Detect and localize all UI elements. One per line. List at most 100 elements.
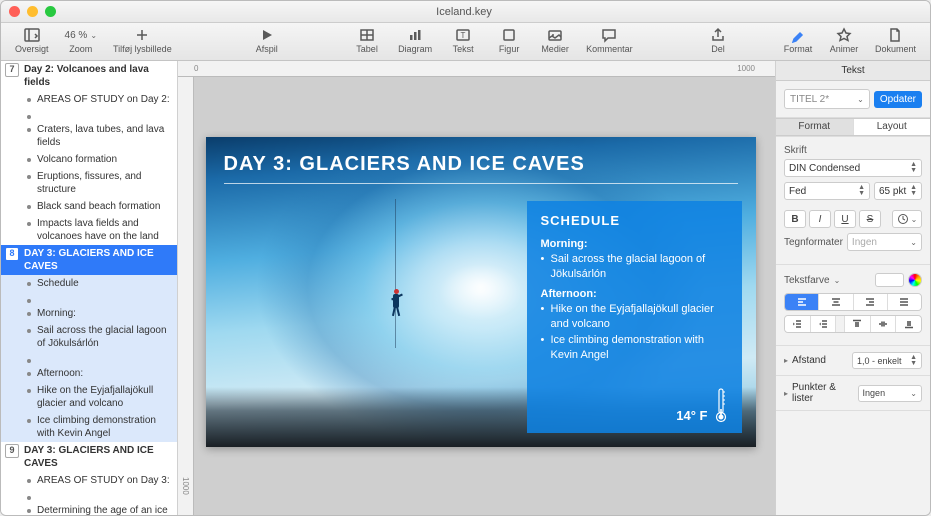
advanced-font-button[interactable]: ⌄ xyxy=(892,210,922,228)
bullet-dot-icon xyxy=(27,389,31,393)
underline-button[interactable]: U xyxy=(834,210,856,228)
align-left-button[interactable] xyxy=(785,294,819,310)
media-icon xyxy=(547,27,563,43)
body: 7Day 2: Volcanoes and lava fieldsAREAS O… xyxy=(1,61,930,515)
share-button[interactable]: Del xyxy=(697,25,739,56)
char-styles-select[interactable]: Ingen⌄ xyxy=(847,233,922,251)
bullet-dot-icon xyxy=(27,98,31,102)
paragraph-style-select[interactable]: TITEL 2*⌄ xyxy=(784,89,870,109)
outline-bullet[interactable]: AREAS OF STUDY on Day 3: xyxy=(1,472,177,489)
inspector-panel: Tekst TITEL 2*⌄ Opdater Format Layout Sk… xyxy=(775,61,930,515)
rope-graphic xyxy=(395,199,396,348)
schedule-heading: SCHEDULE xyxy=(541,213,728,228)
add-slide-button[interactable]: Tilføj lysbillede xyxy=(107,25,178,56)
schedule-text-box[interactable]: SCHEDULE Morning: Sail across the glacia… xyxy=(527,201,742,433)
outline-bullet[interactable] xyxy=(1,108,177,121)
outline-bullet[interactable]: Black sand beach formation xyxy=(1,198,177,215)
document-panel-button[interactable]: Dokument xyxy=(869,25,922,56)
indent-button[interactable] xyxy=(811,316,837,332)
strikethrough-button[interactable]: S xyxy=(859,210,881,228)
paragraph-style-value: TITEL 2* xyxy=(790,94,829,105)
share-label: Del xyxy=(711,44,725,54)
animate-panel-button[interactable]: Animer xyxy=(823,25,865,56)
shape-button[interactable]: Figur xyxy=(488,25,530,56)
outline-bullet[interactable]: Morning: xyxy=(1,305,177,322)
slide[interactable]: DAY 3: GLACIERS AND ICE CAVES SCHEDULE M… xyxy=(206,137,756,447)
outline-sidebar[interactable]: 7Day 2: Volcanoes and lava fieldsAREAS O… xyxy=(1,61,178,515)
align-right-button[interactable] xyxy=(854,294,888,310)
outline-bullet[interactable]: Eruptions, fissures, and structure xyxy=(1,168,177,198)
comment-icon xyxy=(601,27,617,43)
outline-bullet-text: Craters, lava tubes, and lava fields xyxy=(37,123,171,149)
valign-bottom-button[interactable] xyxy=(896,316,921,332)
outline-bullet-text: Volcano formation xyxy=(37,153,171,166)
text-button[interactable]: T Tekst xyxy=(442,25,484,56)
outline-bullet[interactable]: AREAS OF STUDY on Day 2: xyxy=(1,91,177,108)
font-size-field[interactable]: 65 pkt ▲▼ xyxy=(874,182,922,200)
schedule-item: Ice climbing demonstration with Kevin An… xyxy=(541,333,728,363)
inspector-title: Tekst xyxy=(776,61,930,81)
morning-label: Morning: xyxy=(541,238,728,250)
bold-button[interactable]: B xyxy=(784,210,806,228)
temperature-value: 14° F xyxy=(676,408,707,423)
plus-icon xyxy=(134,27,150,43)
font-family-select[interactable]: DIN Condensed ▲▼ xyxy=(784,159,922,177)
outline-bullet-text: Determining the age of an ice cave xyxy=(37,504,171,515)
slide-title[interactable]: DAY 3: GLACIERS AND ICE CAVES xyxy=(224,153,738,176)
title-underline xyxy=(224,183,738,184)
update-style-button[interactable]: Opdater xyxy=(874,91,922,108)
char-styles-value: Ingen xyxy=(852,237,877,248)
outline-slide-title[interactable]: 9DAY 3: GLACIERS AND ICE CAVES xyxy=(1,442,177,472)
valign-top-button[interactable] xyxy=(845,316,871,332)
outline-bullet[interactable]: Hike on the Eyjafjallajökull glacier and… xyxy=(1,382,177,412)
canvas-area[interactable]: 0 1000 1000 DAY 3: GLACIERS AND ICE CAVE… xyxy=(178,61,775,515)
outline-bullet[interactable]: Impacts lava fields and volcanoes have o… xyxy=(1,215,177,245)
color-picker-button[interactable] xyxy=(908,273,922,287)
format-panel-button[interactable]: Format xyxy=(777,25,819,56)
climber-graphic xyxy=(387,286,407,320)
table-button[interactable]: Tabel xyxy=(346,25,388,56)
outline-title-text: DAY 3: GLACIERS AND ICE CAVES xyxy=(24,247,171,273)
text-color-swatch[interactable] xyxy=(875,273,904,287)
spacing-row[interactable]: ▸ Afstand 1,0 - enkelt ▲▼ xyxy=(776,346,930,376)
outline-bullet[interactable]: Volcano formation xyxy=(1,151,177,168)
share-icon xyxy=(710,27,726,43)
outline-bullet[interactable]: Afternoon: xyxy=(1,365,177,382)
outline-slide-title[interactable]: 8 DAY 3: GLACIERS AND ICE CAVES xyxy=(1,245,177,275)
zoom-control[interactable]: 46 %⌄ Zoom xyxy=(59,25,104,56)
align-justify-button[interactable] xyxy=(888,294,921,310)
outline-slide-title[interactable]: 7Day 2: Volcanoes and lava fields xyxy=(1,61,177,91)
view-button[interactable]: Oversigt xyxy=(9,25,55,56)
comment-button[interactable]: Kommentar xyxy=(580,25,639,56)
tab-layout[interactable]: Layout xyxy=(854,119,931,135)
play-button[interactable]: Afspil xyxy=(246,25,288,56)
italic-button[interactable]: I xyxy=(809,210,831,228)
outline-bullet[interactable]: Ice climbing demonstration with Kevin An… xyxy=(1,412,177,442)
chart-button[interactable]: Diagram xyxy=(392,25,438,56)
outline-bullet[interactable]: Determining the age of an ice cave xyxy=(1,502,177,515)
outline-bullet-text: Sail across the glacial lagoon of Jökuls… xyxy=(37,324,171,350)
outline-bullet[interactable]: Craters, lava tubes, and lava fields xyxy=(1,121,177,151)
tab-format[interactable]: Format xyxy=(776,119,854,135)
slide-number-badge: 8 xyxy=(5,247,19,261)
ruler-mark: 1000 xyxy=(737,64,755,73)
text-color-options-icon[interactable]: ⌄ xyxy=(834,276,841,285)
outline-bullet[interactable]: Sail across the glacial lagoon of Jökuls… xyxy=(1,322,177,352)
outline-bullet[interactable] xyxy=(1,292,177,305)
play-label: Afspil xyxy=(256,44,278,54)
outdent-button[interactable] xyxy=(785,316,811,332)
bullets-row[interactable]: ▸ Punkter & lister Ingen⌄ xyxy=(776,376,930,411)
font-style-select[interactable]: Fed ▲▼ xyxy=(784,182,870,200)
media-button[interactable]: Medier xyxy=(534,25,576,56)
outline-bullet[interactable] xyxy=(1,352,177,365)
bullet-dot-icon xyxy=(27,222,31,226)
outline-bullet[interactable] xyxy=(1,489,177,502)
valign-middle-button[interactable] xyxy=(871,316,897,332)
bullets-select[interactable]: Ingen⌄ xyxy=(858,385,922,402)
align-center-button[interactable] xyxy=(819,294,853,310)
bullet-dot-icon xyxy=(27,299,31,303)
bullet-dot-icon xyxy=(27,205,31,209)
outline-bullet[interactable]: Schedule xyxy=(1,275,177,292)
outline-bullet-text: Schedule xyxy=(37,277,171,290)
spacing-select[interactable]: 1,0 - enkelt ▲▼ xyxy=(852,352,922,369)
